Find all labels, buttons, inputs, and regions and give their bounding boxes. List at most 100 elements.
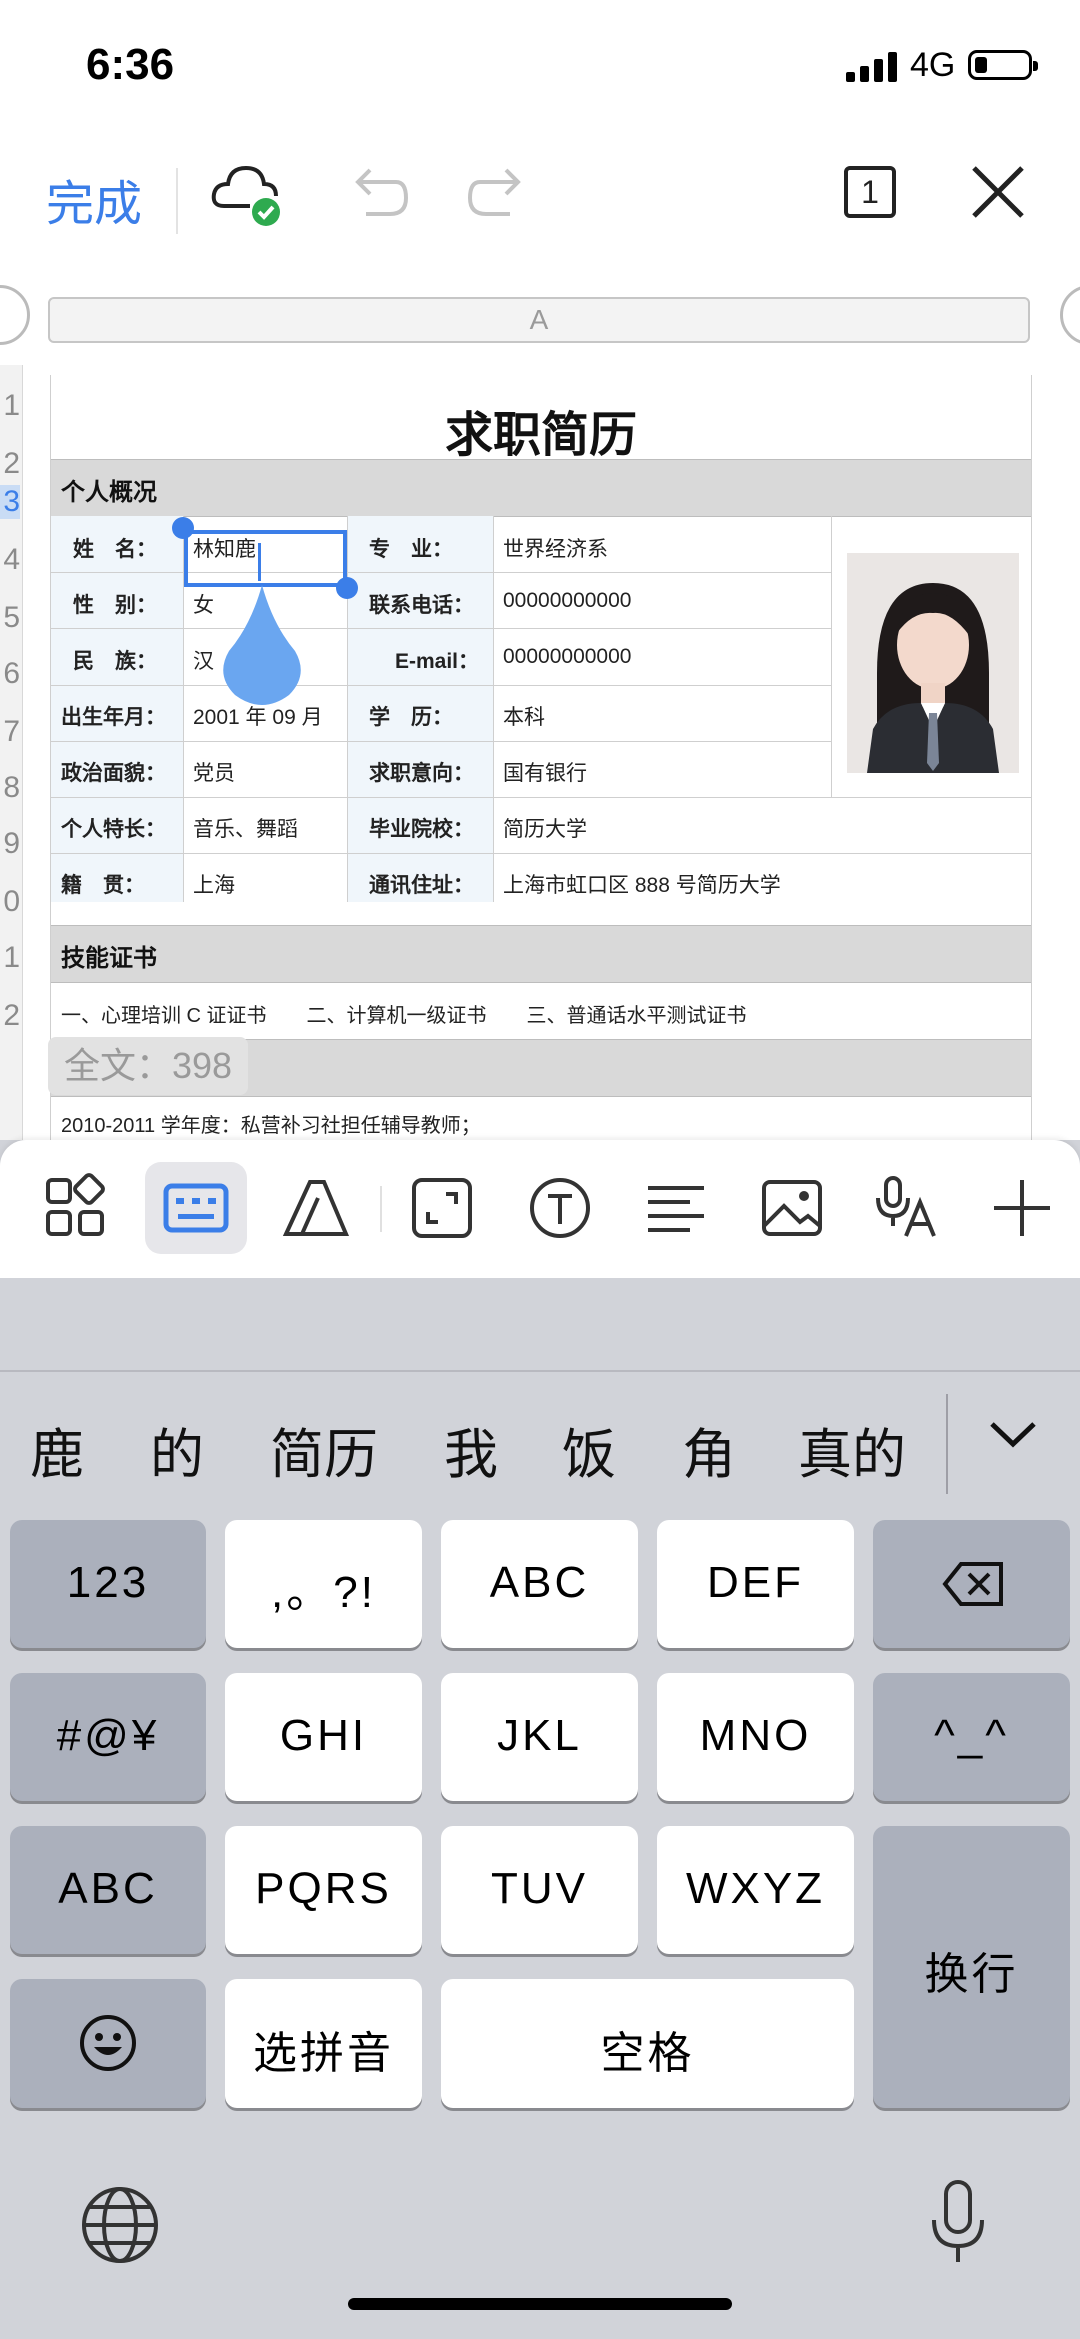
row-number[interactable]: 4 bbox=[0, 543, 20, 577]
resize-icon[interactable] bbox=[406, 1172, 478, 1244]
row-number[interactable]: 2 bbox=[0, 447, 20, 481]
certs-line[interactable]: 一、心理培训 C 证证书 二、计算机一级证书 三、普通话水平测试证书 bbox=[61, 999, 747, 1028]
key-123[interactable]: 123 bbox=[10, 1520, 206, 1648]
value-email[interactable]: 00000000000 bbox=[503, 645, 631, 669]
candidate-item[interactable]: 角 bbox=[682, 1410, 736, 1489]
redo-icon[interactable] bbox=[466, 154, 536, 234]
label-skills: 个人特长： bbox=[61, 818, 166, 841]
label-phone: 联系电话： bbox=[369, 594, 474, 617]
label-birth: 出生年月： bbox=[61, 706, 166, 729]
text-box-icon[interactable] bbox=[524, 1172, 596, 1244]
candidate-bar: 鹿 的 简历 我 饭 角 真的 bbox=[0, 1278, 1080, 1504]
align-icon[interactable] bbox=[640, 1172, 712, 1244]
value-gender[interactable]: 女 bbox=[193, 589, 214, 619]
value-politics[interactable]: 党员 bbox=[193, 757, 235, 787]
cursor-drag-handle[interactable] bbox=[219, 585, 305, 705]
toolbar-divider bbox=[176, 168, 178, 234]
microphone-icon[interactable] bbox=[928, 2178, 988, 2268]
selection-handle-start[interactable] bbox=[172, 517, 194, 539]
key-abc-switch[interactable]: ABC bbox=[10, 1826, 206, 1954]
row-number[interactable]: 6 bbox=[0, 657, 20, 691]
label-major: 专 业： bbox=[369, 538, 453, 561]
key-def[interactable]: DEF bbox=[657, 1520, 854, 1648]
selection-handle-end[interactable] bbox=[336, 577, 358, 599]
row-number-selected[interactable]: 3 bbox=[0, 485, 20, 519]
candidate-item[interactable]: 我 bbox=[444, 1410, 498, 1489]
column-header-a[interactable]: A bbox=[48, 297, 1030, 343]
value-phone[interactable]: 00000000000 bbox=[503, 589, 631, 613]
key-emoticon[interactable]: ^_^ bbox=[873, 1673, 1070, 1801]
row-number[interactable]: 7 bbox=[0, 715, 20, 749]
done-button[interactable]: 完成 bbox=[46, 164, 142, 234]
key-symbols[interactable]: #@¥ bbox=[10, 1673, 206, 1801]
return-key[interactable]: 换行 bbox=[873, 1826, 1070, 2108]
label-hometown: 籍 贯： bbox=[61, 874, 145, 897]
key-punctuation[interactable]: ,。?! bbox=[225, 1520, 422, 1648]
key-mno[interactable]: MNO bbox=[657, 1673, 854, 1801]
key-wxyz[interactable]: WXYZ bbox=[657, 1826, 854, 1954]
candidate-item[interactable]: 的 bbox=[150, 1410, 204, 1489]
key-select-pinyin[interactable]: 选拼音 bbox=[225, 1979, 422, 2108]
label-gender: 性 别： bbox=[73, 594, 157, 617]
key-pqrs[interactable]: PQRS bbox=[225, 1826, 422, 1954]
spreadsheet-area[interactable]: A 1 2 3 4 5 6 7 8 9 0 1 2 求职简历 个人概况 姓 名：… bbox=[0, 255, 1080, 1140]
page-count-button[interactable]: 1 bbox=[844, 166, 896, 218]
section-title: 技能证书 bbox=[61, 945, 157, 972]
key-abc[interactable]: ABC bbox=[441, 1520, 638, 1648]
select-all-corner[interactable] bbox=[0, 285, 30, 345]
row-number[interactable]: 5 bbox=[0, 601, 20, 635]
row-number[interactable]: 1 bbox=[0, 389, 20, 423]
row-number[interactable]: 9 bbox=[0, 827, 20, 861]
profile-photo[interactable] bbox=[847, 553, 1019, 773]
scroll-handle[interactable] bbox=[1060, 285, 1080, 345]
value-ethnicity[interactable]: 汉 bbox=[193, 645, 214, 675]
row-number[interactable]: 8 bbox=[0, 771, 20, 805]
plus-icon[interactable] bbox=[986, 1172, 1058, 1244]
key-ghi[interactable]: GHI bbox=[225, 1673, 422, 1801]
image-icon[interactable] bbox=[756, 1172, 828, 1244]
text-style-icon[interactable] bbox=[280, 1172, 352, 1244]
row-number[interactable]: 2 bbox=[0, 999, 20, 1033]
home-indicator[interactable] bbox=[348, 2298, 732, 2310]
undo-icon[interactable] bbox=[340, 154, 410, 234]
section-header-personal: 个人概况 bbox=[51, 459, 1031, 517]
emoji-key[interactable] bbox=[10, 1979, 206, 2108]
cell-selection[interactable] bbox=[184, 530, 347, 587]
globe-icon[interactable] bbox=[80, 2185, 160, 2265]
voice-text-icon[interactable] bbox=[870, 1172, 942, 1244]
value-address[interactable]: 上海市虹口区 888 号简历大学 bbox=[503, 869, 781, 899]
experience-line[interactable]: 2010-2011 学年度：私营补习社担任辅导教师； bbox=[61, 1109, 481, 1138]
section-title: 个人概况 bbox=[61, 479, 157, 506]
value-major[interactable]: 世界经济系 bbox=[503, 533, 608, 563]
battery-icon bbox=[968, 50, 1038, 80]
row-number[interactable]: 0 bbox=[0, 885, 20, 919]
value-education[interactable]: 本科 bbox=[503, 701, 545, 731]
candidate-item[interactable]: 饭 bbox=[562, 1410, 616, 1489]
candidate-item[interactable]: 真的 bbox=[798, 1410, 906, 1489]
label-intent: 求职意向： bbox=[369, 762, 474, 785]
label-ethnicity: 民 族： bbox=[73, 650, 157, 673]
grid-icon[interactable] bbox=[40, 1172, 112, 1244]
value-intent[interactable]: 国有银行 bbox=[503, 757, 587, 787]
label-name: 姓 名： bbox=[73, 538, 157, 561]
key-tuv[interactable]: TUV bbox=[441, 1826, 638, 1954]
candidate-item[interactable]: 鹿 bbox=[30, 1410, 84, 1489]
value-hometown[interactable]: 上海 bbox=[193, 869, 235, 899]
close-icon[interactable] bbox=[968, 162, 1028, 222]
candidate-item[interactable]: 简历 bbox=[270, 1410, 378, 1489]
value-school[interactable]: 简历大学 bbox=[503, 813, 587, 843]
section-header-certs: 技能证书 bbox=[51, 925, 1031, 983]
keyboard: 鹿 的 简历 我 饭 角 真的 123 ,。?! ABC DEF #@¥ GHI… bbox=[0, 1278, 1080, 2339]
cloud-saved-icon[interactable] bbox=[210, 154, 284, 234]
resume-document: 求职简历 个人概况 姓 名： 林知鹿 专 业： 世界经济系 性 别： 女 联系电… bbox=[50, 375, 1032, 1140]
status-bar: 6:36 4G bbox=[0, 0, 1080, 140]
value-birth[interactable]: 2001 年 09 月 bbox=[193, 701, 323, 731]
keyboard-icon[interactable] bbox=[160, 1172, 232, 1244]
chevron-down-icon[interactable] bbox=[988, 1418, 1038, 1448]
value-skills[interactable]: 音乐、舞蹈 bbox=[193, 813, 298, 843]
row-numbers[interactable]: 1 2 3 4 5 6 7 8 9 0 1 2 bbox=[0, 365, 23, 1140]
row-number[interactable]: 1 bbox=[0, 941, 20, 975]
backspace-key[interactable] bbox=[873, 1520, 1070, 1648]
space-key[interactable]: 空格 bbox=[441, 1979, 854, 2108]
key-jkl[interactable]: JKL bbox=[441, 1673, 638, 1801]
